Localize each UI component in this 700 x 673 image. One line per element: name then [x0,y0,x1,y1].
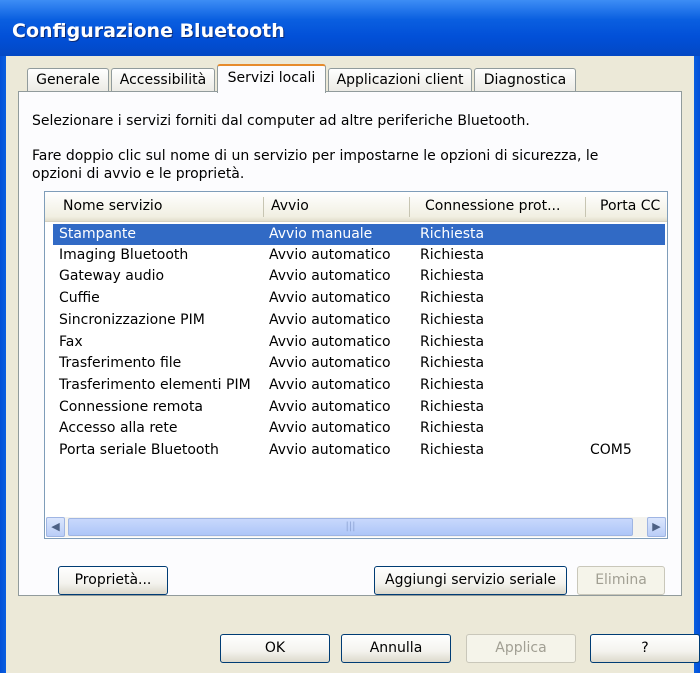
column-header-connessione[interactable]: Connessione prot... [425,192,585,221]
window-frame-right [694,56,700,673]
cell-service-name: Trasferimento file [59,355,182,371]
table-row[interactable]: Trasferimento file Avvio automatico Rich… [53,353,665,374]
column-separator[interactable] [409,197,410,217]
tab-servizi-locali[interactable]: Servizi locali [217,64,326,93]
cell-avvio: Avvio automatico [269,334,391,350]
table-row[interactable]: Fax Avvio automatico Richiesta [53,332,665,353]
delete-button[interactable]: Elimina [577,566,665,595]
cell-service-name: Stampante [59,226,137,242]
cell-connessione: Richiesta [420,290,485,306]
tab-generale[interactable]: Generale [27,68,109,91]
cell-avvio: Avvio automatico [269,247,391,263]
description-text: Selezionare i servizi forniti dal comput… [32,113,530,129]
table-row[interactable]: Sincronizzazione PIM Avvio automatico Ri… [53,310,665,331]
cell-avvio: Avvio automatico [269,420,391,436]
scrollbar-thumb[interactable]: ||| [68,518,633,536]
help-button[interactable]: ? [590,634,700,663]
cell-avvio: Avvio automatico [269,355,391,371]
cell-connessione: Richiesta [420,399,485,415]
cell-connessione: Richiesta [420,247,485,263]
cell-service-name: Connessione remota [59,399,204,415]
cell-service-name: Trasferimento elementi PIM [59,377,251,393]
cell-avvio: Avvio automatico [269,377,391,393]
add-serial-service-button[interactable]: Aggiungi servizio seriale [374,566,567,595]
cell-connessione: Richiesta [420,377,485,393]
table-row[interactable]: Cuffie Avvio automatico Richiesta [53,288,665,309]
table-row[interactable]: Connessione remota Avvio automatico Rich… [53,397,665,418]
services-list[interactable]: Nome servizio Avvio Connessione prot... … [44,191,668,539]
cell-service-name: Fax [59,334,83,350]
scroll-right-icon[interactable]: ▶ [647,517,666,537]
column-separator[interactable] [585,197,586,217]
tab-diagnostica[interactable]: Diagnostica [474,68,576,91]
cell-avvio: Avvio automatico [269,268,391,284]
column-header-avvio[interactable]: Avvio [271,192,401,221]
cell-service-name: Gateway audio [59,268,165,284]
cell-service-name: Accesso alla rete [59,420,178,436]
column-header-porta[interactable]: Porta CC [600,192,667,221]
cell-connessione: Richiesta [420,226,485,242]
table-row[interactable]: Gateway audio Avvio automatico Richiesta [53,266,665,287]
horizontal-scrollbar[interactable]: ◀ ||| ▶ [46,517,666,537]
cell-connessione: Richiesta [420,334,485,350]
tab-applicazioni-client[interactable]: Applicazioni client [328,68,472,91]
cell-service-name: Sincronizzazione PIM [59,312,205,328]
table-row[interactable]: Stampante Avvio manuale Richiesta [53,224,665,245]
column-header-nome-servizio[interactable]: Nome servizio [63,192,263,221]
window-frame-left [0,56,6,673]
cell-connessione: Richiesta [420,442,485,458]
properties-button[interactable]: Proprietà... [58,566,168,595]
title-bar[interactable]: Configurazione Bluetooth [0,0,700,56]
cell-avvio: Avvio automatico [269,290,391,306]
cell-connessione: Richiesta [420,268,485,284]
table-row[interactable]: Porta seriale Bluetooth Avvio automatico… [53,440,665,461]
cancel-button[interactable]: Annulla [341,634,451,663]
column-separator[interactable] [263,197,264,217]
scroll-left-icon[interactable]: ◀ [46,517,65,537]
cell-service-name: Porta seriale Bluetooth [59,442,219,458]
list-header: Nome servizio Avvio Connessione prot... … [45,192,667,222]
tab-accessibilita[interactable]: Accessibilità [111,68,215,91]
ok-button[interactable]: OK [220,634,330,663]
window-title: Configurazione Bluetooth [12,20,285,42]
cell-service-name: Imaging Bluetooth [59,247,189,263]
table-row[interactable]: Imaging Bluetooth Avvio automatico Richi… [53,245,665,266]
table-row[interactable]: Trasferimento elementi PIM Avvio automat… [53,375,665,396]
table-row[interactable]: Accesso alla rete Avvio automatico Richi… [53,418,665,439]
cell-porta: COM5 [590,442,632,458]
cell-avvio: Avvio automatico [269,442,391,458]
cell-connessione: Richiesta [420,312,485,328]
cell-connessione: Richiesta [420,355,485,371]
apply-button[interactable]: Applica [466,634,576,663]
instruction-text-line2: opzioni di avvio e le proprietà. [32,166,245,182]
cell-avvio: Avvio manuale [269,226,373,242]
cell-avvio: Avvio automatico [269,312,391,328]
instruction-text-line1: Fare doppio clic sul nome di un servizio… [32,148,599,164]
cell-service-name: Cuffie [59,290,100,306]
cell-avvio: Avvio automatico [269,399,391,415]
cell-connessione: Richiesta [420,420,485,436]
